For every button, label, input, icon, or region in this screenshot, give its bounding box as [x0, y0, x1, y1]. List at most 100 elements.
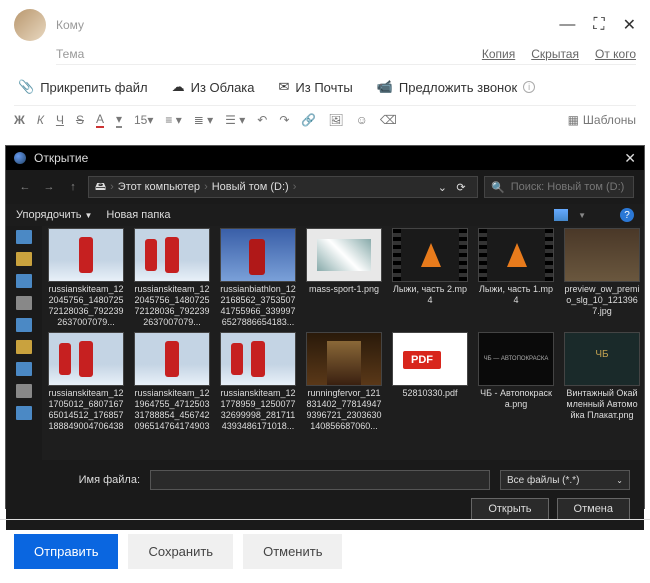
help-icon[interactable]: ?: [620, 208, 634, 222]
sidebar-item[interactable]: [16, 296, 32, 310]
file-name: Винтажный Окаймленный Автомойка Плакат.p…: [564, 388, 640, 421]
subject-field[interactable]: Тема: [56, 47, 482, 61]
sidebar-item[interactable]: [16, 274, 32, 288]
redo-button[interactable]: ↷: [279, 113, 289, 127]
file-item[interactable]: russianskiteam_122045756_148072572128036…: [134, 228, 210, 328]
underline-button[interactable]: Ч: [56, 113, 64, 127]
templates-label: Шаблоны: [583, 113, 636, 127]
file-open-dialog: Открытие ✕ ← → ↑ 🖴 › Этот компьютер › Но…: [6, 146, 644, 508]
organize-button[interactable]: Упорядочить ▼: [16, 209, 92, 221]
dialog-title: Открытие: [34, 151, 624, 165]
save-button[interactable]: Сохранить: [128, 534, 233, 569]
file-thumbnail: [392, 228, 468, 282]
sidebar-item[interactable]: [16, 406, 32, 420]
sidebar-item[interactable]: [16, 340, 32, 354]
italic-button[interactable]: К: [37, 113, 44, 127]
file-item[interactable]: russianskiteam_121964755_471250331788854…: [134, 332, 210, 432]
file-item[interactable]: runningfervor_121831402_778149479396721_…: [306, 332, 382, 432]
text-color-button[interactable]: A: [96, 112, 104, 128]
image-button[interactable]: 🖼: [328, 113, 343, 127]
drive-icon: 🖴: [95, 178, 106, 197]
bg-color-button[interactable]: ▾: [116, 112, 122, 128]
close-icon[interactable]: ✕: [623, 15, 636, 35]
file-name: ЧБ - Автопокраска.png: [478, 388, 554, 410]
file-thumbnail: [220, 228, 296, 282]
file-item[interactable]: Винтажный Окаймленный Автомойка Плакат.p…: [564, 332, 640, 432]
file-item[interactable]: russianskiteam_122045756_148072572128036…: [48, 228, 124, 328]
nav-up-icon[interactable]: ↑: [64, 178, 82, 196]
attach-cloud-button[interactable]: ☁ Из Облака: [172, 79, 255, 95]
nav-back-icon[interactable]: ←: [16, 178, 34, 196]
file-item[interactable]: PDF52810330.pdf: [392, 332, 468, 432]
file-name: russianskiteam_122045756_148072572128036…: [134, 284, 210, 328]
expand-icon[interactable]: ⛶: [593, 16, 604, 34]
strike-button[interactable]: S: [76, 113, 84, 127]
filename-label: Имя файла:: [20, 474, 140, 486]
avatar[interactable]: [14, 9, 46, 41]
align-button[interactable]: ≡ ▾: [165, 113, 181, 127]
info-icon[interactable]: i: [523, 81, 535, 93]
file-name: Лыжи, часть 1.mp4: [478, 284, 554, 306]
crumb-pc[interactable]: Этот компьютер: [118, 181, 200, 193]
cancel-button[interactable]: Отмена: [557, 498, 630, 520]
attach-mail-button[interactable]: ✉ Из Почты: [279, 79, 353, 95]
refresh-icon[interactable]: ⟳: [451, 181, 471, 194]
nav-forward-icon[interactable]: →: [40, 178, 58, 196]
clear-fmt-button[interactable]: ⌫: [380, 113, 397, 127]
from-link[interactable]: От кого: [595, 47, 636, 61]
indent-button[interactable]: ≣ ▾: [194, 113, 213, 127]
file-grid: russianskiteam_122045756_148072572128036…: [42, 226, 644, 460]
list-button[interactable]: ☰ ▾: [225, 113, 245, 127]
file-thumbnail: [564, 228, 640, 282]
attach-file-label: Прикрепить файл: [40, 80, 147, 95]
undo-button[interactable]: ↶: [257, 113, 267, 127]
send-button[interactable]: Отправить: [14, 534, 118, 569]
emoji-button[interactable]: ☺: [356, 113, 368, 127]
file-item[interactable]: russianskiteam_121705012_680716765014512…: [48, 332, 124, 432]
filetype-select[interactable]: Все файлы (*.*)⌄: [500, 470, 630, 490]
sidebar-item[interactable]: [16, 252, 32, 266]
file-thumbnail: [48, 228, 124, 282]
file-name: Лыжи, часть 2.mp4: [392, 284, 468, 306]
link-button[interactable]: 🔗: [301, 113, 316, 127]
to-field[interactable]: Кому: [56, 18, 559, 32]
file-item[interactable]: russianbiathlon_122168562_37535074175596…: [220, 228, 296, 328]
file-item[interactable]: Лыжи, часть 1.mp4: [478, 228, 554, 328]
dialog-close-icon[interactable]: ✕: [624, 150, 636, 167]
file-item[interactable]: russianskiteam_121778959_125007732699998…: [220, 332, 296, 432]
file-thumbnail: [478, 228, 554, 282]
crumb-dropdown-icon[interactable]: ⌄: [438, 181, 447, 194]
minimize-icon[interactable]: —: [559, 16, 575, 34]
suggest-call-button[interactable]: 📹 Предложить звонок i: [377, 79, 535, 95]
sidebar-item[interactable]: [16, 362, 32, 376]
bcc-link[interactable]: Скрытая: [531, 47, 579, 61]
sidebar-item[interactable]: [16, 230, 32, 244]
search-input[interactable]: 🔍 Поиск: Новый том (D:): [484, 176, 634, 198]
crumb-drive[interactable]: Новый том (D:): [212, 181, 289, 193]
file-item[interactable]: Лыжи, часть 2.mp4: [392, 228, 468, 328]
file-thumbnail: [220, 332, 296, 386]
sidebar-item[interactable]: [16, 384, 32, 398]
attach-cloud-label: Из Облака: [191, 80, 255, 95]
cc-link[interactable]: Копия: [482, 47, 515, 61]
view-icons-button[interactable]: [554, 209, 568, 221]
filename-input[interactable]: [150, 470, 490, 490]
breadcrumb[interactable]: 🖴 › Этот компьютер › Новый том (D:) › ⌄ …: [88, 176, 478, 198]
file-item[interactable]: ЧБ — АВТОПОКРАСКАЧБ - Автопокраска.png: [478, 332, 554, 432]
new-folder-button[interactable]: Новая папка: [106, 209, 170, 221]
sidebar-item[interactable]: [16, 318, 32, 332]
file-name: russianskiteam_121964755_471250331788854…: [134, 388, 210, 432]
file-thumbnail: [134, 332, 210, 386]
discard-button[interactable]: Отменить: [243, 534, 342, 569]
file-item[interactable]: preview_ow_premio_slg_10_1213967.jpg: [564, 228, 640, 328]
bold-button[interactable]: Ж: [14, 113, 25, 127]
font-size-button[interactable]: 15 ▾: [134, 113, 153, 127]
preview-pane-button[interactable]: [596, 209, 610, 221]
app-icon: [14, 152, 26, 164]
view-dropdown-icon[interactable]: ▼: [578, 211, 586, 220]
file-thumbnail: [564, 332, 640, 386]
open-button[interactable]: Открыть: [471, 498, 548, 520]
templates-button[interactable]: ▦ Шаблоны: [568, 113, 636, 127]
file-item[interactable]: mass-sport-1.png: [306, 228, 382, 328]
attach-file-button[interactable]: 📎 Прикрепить файл: [18, 79, 148, 95]
